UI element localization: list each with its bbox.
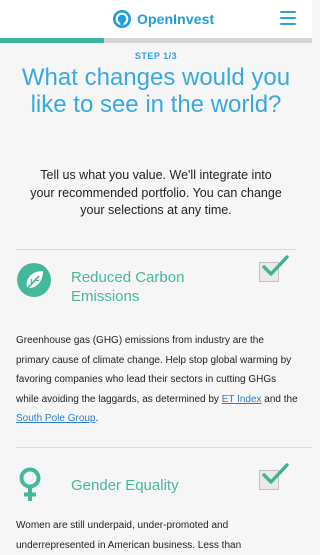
progress-bar — [0, 38, 312, 43]
south-pole-group-link[interactable]: South Pole Group — [16, 413, 96, 424]
value-title-reduced-carbon-emissions: Reduced Carbon Emissions — [71, 269, 185, 305]
value-description-gender-equality: Women are still underpaid, under-promote… — [16, 520, 242, 551]
divider — [16, 249, 296, 250]
female-symbol-icon — [19, 467, 41, 501]
value-checkbox-reduced-carbon-emissions[interactable] — [259, 255, 289, 282]
checkmark-icon — [262, 255, 289, 276]
brand-name: OpenInvest — [137, 11, 215, 27]
intro-text: Tell us what you value. We'll integrate … — [30, 168, 282, 217]
menu-button[interactable] — [280, 11, 296, 25]
step-indicator: STEP 1/3 — [134, 51, 178, 61]
progress-bar-fill — [0, 38, 104, 43]
page-title: What changes would you like to see in th… — [21, 64, 291, 118]
brand-logo[interactable]: OpenInvest — [112, 9, 214, 29]
value-description-reduced-carbon-emissions: Greenhouse gas (GHG) emissions from indu… — [16, 335, 298, 424]
leaf-icon — [17, 263, 51, 297]
checkmark-icon — [262, 463, 289, 484]
openinvest-logo-icon — [113, 10, 131, 28]
et-index-link[interactable]: ET Index — [222, 394, 262, 405]
divider — [16, 447, 312, 448]
value-title-gender-equality: Gender Equality — [71, 477, 179, 494]
app-header: OpenInvest — [0, 0, 312, 38]
value-checkbox-gender-equality[interactable] — [259, 463, 289, 490]
